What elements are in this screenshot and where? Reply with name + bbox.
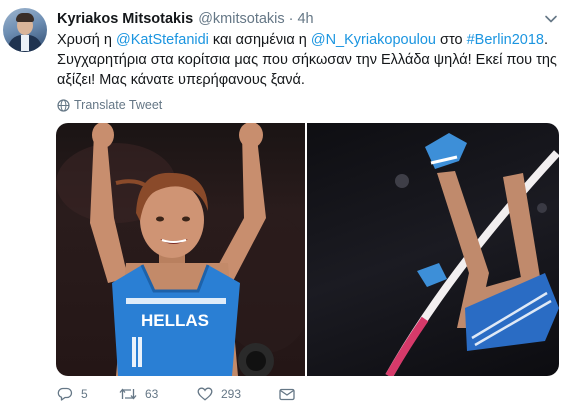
jersey-text: HELLAS	[141, 311, 209, 330]
mention-katstefanidi[interactable]: @KatStefanidi	[116, 32, 209, 48]
tweet-text-line-2: Συγχαρητήρια στα κορίτσια μας που σήκωσα…	[57, 52, 557, 68]
message-icon	[279, 388, 295, 400]
retweet-button[interactable]: 63	[119, 387, 197, 401]
tweet-text-line-3: αξίζει! Μας κάνατε υπερήφανους ξανά.	[57, 72, 305, 88]
reply-count: 5	[81, 387, 88, 401]
tweet-text-line-1: Χρυσή η @KatStefanidi και ασημένια η @N_…	[57, 30, 567, 50]
translate-tweet-link[interactable]: Translate Tweet	[57, 96, 162, 114]
retweet-icon	[119, 388, 137, 400]
caret-down-icon[interactable]	[544, 12, 558, 26]
direct-message-button[interactable]	[279, 388, 303, 401]
text-segment: στο	[436, 32, 467, 48]
tweet: Kyriakos Mitsotakis @kmitsotakis · 4h Χρ…	[0, 0, 575, 401]
avatar-shirt	[21, 35, 29, 51]
like-count: 293	[221, 387, 242, 401]
tweet-header: Kyriakos Mitsotakis @kmitsotakis · 4h	[57, 11, 314, 31]
avatar-hair	[16, 13, 34, 22]
tweet-timestamp[interactable]: 4h	[297, 11, 313, 27]
heart-icon	[197, 387, 213, 401]
tweet-text: Χρυσή η @KatStefanidi και ασημένια η @N_…	[57, 30, 567, 90]
globe-icon	[57, 98, 70, 112]
tweet-media: HELLAS	[56, 123, 559, 376]
athlete-pole-vault-image	[385, 133, 559, 376]
text-segment: και ασημένια η	[208, 32, 311, 48]
mention-n-kyriakopoulou[interactable]: @N_Kyriakopoulou	[311, 32, 436, 48]
tweet-actions: 5 63 293	[57, 386, 303, 402]
hashtag-berlin2018[interactable]: #Berlin2018	[467, 32, 544, 48]
like-button[interactable]: 293	[197, 387, 279, 401]
reply-button[interactable]: 5	[57, 387, 119, 401]
translate-label: Translate Tweet	[74, 98, 163, 112]
author-handle[interactable]: @kmitsotakis	[198, 11, 284, 27]
avatar[interactable]	[3, 8, 47, 52]
photo-kyriakopoulou-vaulting[interactable]	[307, 123, 559, 376]
separator-dot: ·	[288, 11, 294, 27]
photo-stefanidi-celebrating[interactable]: HELLAS	[56, 123, 305, 376]
reply-icon	[57, 387, 73, 401]
retweet-count: 63	[145, 387, 159, 401]
text-segment: .	[544, 32, 549, 48]
athlete-celebrating-image: HELLAS	[56, 123, 305, 376]
author-name[interactable]: Kyriakos Mitsotakis	[57, 11, 193, 27]
text-segment: Χρυσή η	[57, 32, 116, 48]
